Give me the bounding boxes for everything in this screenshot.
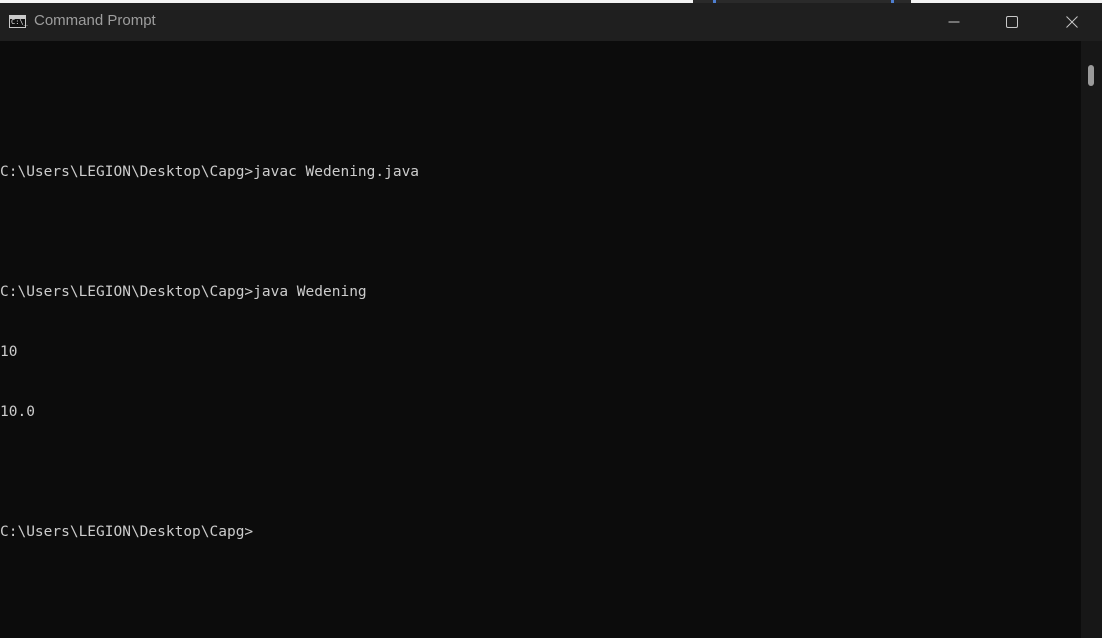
vertical-scrollbar[interactable] bbox=[1081, 41, 1102, 638]
cmd-icon[interactable]: C:\_ bbox=[9, 15, 28, 28]
minimize-icon bbox=[948, 21, 960, 23]
window-title: Command Prompt bbox=[34, 12, 156, 29]
console-line: C:\Users\LEGION\Desktop\Capg>java Wedeni… bbox=[0, 284, 367, 300]
maximize-icon bbox=[1006, 16, 1018, 28]
maximize-button[interactable] bbox=[983, 3, 1041, 41]
close-button[interactable] bbox=[1041, 3, 1102, 41]
console-line: 10 bbox=[0, 344, 18, 360]
console-line: 10.0 bbox=[0, 404, 35, 420]
minimize-button[interactable] bbox=[925, 3, 983, 41]
command-prompt-window: C:\_ Command Prompt C:\Users\LEGION\Desk… bbox=[0, 0, 1102, 638]
title-bar[interactable]: C:\_ Command Prompt bbox=[0, 3, 1102, 41]
close-icon bbox=[1065, 16, 1078, 28]
cmd-icon-glyph: C:\_ bbox=[11, 18, 28, 26]
console-line: C:\Users\LEGION\Desktop\Capg>javac Weden… bbox=[0, 164, 420, 180]
console-text[interactable]: C:\Users\LEGION\Desktop\Capg>javac Weden… bbox=[0, 62, 419, 582]
console-output[interactable]: C:\Users\LEGION\Desktop\Capg>javac Weden… bbox=[0, 41, 1081, 638]
console-prompt-line[interactable]: C:\Users\LEGION\Desktop\Capg> bbox=[0, 522, 419, 542]
scrollbar-thumb[interactable] bbox=[1088, 65, 1094, 86]
